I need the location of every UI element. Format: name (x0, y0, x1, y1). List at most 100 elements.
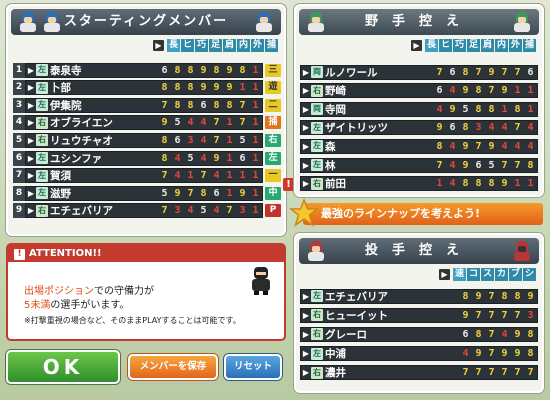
player-line[interactable]: ▶ 右濃井 7 7 7 7 7 7 (300, 365, 538, 381)
player-line[interactable]: ▶ 左エチェバリア 8 9 7 8 8 9 (300, 288, 538, 304)
player-line[interactable]: ▶ 左卜部 8 8 8 9 9 9 1 1 (25, 80, 263, 96)
handedness-badge: 右 (311, 366, 323, 379)
stat-value: 8 (462, 290, 469, 302)
column-header[interactable]: ヒ (439, 38, 452, 52)
reset-button[interactable]: リセット (224, 354, 282, 380)
stat-value: 7 (161, 170, 168, 182)
row-arrow-icon: ▶ (27, 118, 35, 128)
stat-value: 9 (213, 152, 220, 164)
column-header[interactable]: 肩 (223, 38, 236, 52)
stat-value: 9 (226, 82, 233, 94)
player-row[interactable]: ▶ 両ルノワール 7 6 8 7 9 7 7 6 (300, 64, 538, 80)
player-row[interactable]: 2 ▶ 左卜部 8 8 8 9 9 9 1 1 遊 (13, 80, 281, 96)
column-header[interactable]: 内 (237, 38, 250, 52)
player-line[interactable]: ▶ 右リュウチャオ 8 6 3 4 7 1 5 1 (25, 132, 263, 148)
stat-value: 6 (449, 66, 456, 78)
player-row[interactable]: ▶ 右前田 1 4 8 8 8 9 1 1 (300, 176, 538, 192)
player-row[interactable]: 8 ▶ 左滋野 5 9 7 8 6 1 9 1 中 (13, 185, 281, 201)
player-row[interactable]: ▶ 左森 8 4 9 7 9 4 4 4 (300, 138, 538, 154)
player-row[interactable]: ▶ 右ヒューイット 9 7 7 7 7 3 (300, 307, 538, 323)
player-line[interactable]: ▶ 左賀須 7 4 1 7 4 1 1 1 (25, 168, 263, 184)
column-header[interactable]: コ (467, 267, 480, 281)
column-header[interactable]: ス (481, 267, 494, 281)
sort-arrow-icon[interactable]: ▶ (439, 268, 450, 280)
sort-arrow-icon[interactable]: ▶ (153, 39, 164, 51)
position-badge[interactable]: 捕 (265, 116, 281, 130)
sort-arrow-icon[interactable]: ▶ (411, 39, 422, 51)
position-badge[interactable]: 三 (265, 63, 281, 77)
player-row[interactable]: 7 ▶ 左賀須 7 4 1 7 4 1 1 1 一 (13, 168, 281, 184)
stat-value: 4 (200, 117, 207, 129)
column-header[interactable]: 足 (209, 38, 222, 52)
player-line[interactable]: ▶ 左中浦 4 9 7 9 9 8 (300, 346, 538, 362)
stat-value: 1 (252, 205, 259, 217)
player-line[interactable]: ▶ 右野崎 6 4 9 8 7 9 1 1 (300, 83, 538, 99)
player-line[interactable]: ▶ 右前田 1 4 8 8 8 9 1 1 (300, 176, 538, 192)
player-line[interactable]: ▶ 左滋野 5 9 7 8 6 1 9 1 (25, 185, 263, 201)
player-row[interactable]: 3 ▶ 左伊集院 7 8 8 6 8 8 7 1 二 (13, 97, 281, 113)
stat-value: 8 (174, 82, 181, 94)
position-badge[interactable]: 一 (265, 169, 281, 183)
column-header[interactable]: 長 (425, 38, 438, 52)
column-header[interactable]: 内 (495, 38, 508, 52)
player-row[interactable]: ▶ 両寺岡 4 9 5 8 8 1 8 1 (300, 101, 538, 117)
player-row[interactable]: ▶ 左ザイトリッツ 9 6 8 3 4 4 7 4 (300, 120, 538, 136)
player-row[interactable]: ▶ 左エチェバリア 8 9 7 8 8 9 (300, 288, 538, 304)
player-line[interactable]: ▶ 左ザイトリッツ 9 6 8 3 4 4 7 4 (300, 120, 538, 136)
save-members-button[interactable]: メンバーを保存 (128, 354, 218, 380)
column-header[interactable]: 巧 (453, 38, 466, 52)
column-header[interactable]: 外 (509, 38, 522, 52)
ok-button[interactable]: OK (6, 350, 120, 384)
player-row[interactable]: ▶ 右野崎 6 4 9 8 7 9 1 1 (300, 83, 538, 99)
player-line[interactable]: ▶ 右グレーロ 6 8 7 4 9 8 (300, 326, 538, 342)
column-header[interactable]: ヒ (181, 38, 194, 52)
player-row[interactable]: ▶ 右濃井 7 7 7 7 7 7 (300, 365, 538, 381)
column-header[interactable]: 速 (453, 267, 466, 281)
player-stats: 977773 (459, 310, 537, 321)
position-badge[interactable]: 右 (265, 133, 281, 147)
player-row[interactable]: 5 ▶ 右リュウチャオ 8 6 3 4 7 1 5 1 右 (13, 132, 281, 148)
position-badge[interactable]: 遊 (265, 81, 281, 95)
position-badge[interactable]: 二 (265, 98, 281, 112)
column-header[interactable]: ブ (509, 267, 522, 281)
player-line[interactable]: ▶ 右オブライエン 9 5 4 4 7 1 7 1 (25, 115, 263, 131)
column-header[interactable]: 捕 (523, 38, 536, 52)
column-header[interactable]: 外 (251, 38, 264, 52)
player-line[interactable]: ▶ 両寺岡 4 9 5 8 8 1 8 1 (300, 101, 538, 117)
player-line[interactable]: ▶ 左伊集院 7 8 8 6 8 8 7 1 (25, 97, 263, 113)
column-header[interactable]: シ (523, 267, 536, 281)
stat-value: 7 (501, 309, 508, 321)
player-row[interactable]: 6 ▶ 左ユシンファ 8 4 5 4 9 1 6 1 左 (13, 150, 281, 166)
stat-value: 5 (462, 103, 469, 115)
player-line[interactable]: ▶ 左森 8 4 9 7 9 4 4 4 (300, 138, 538, 154)
stat-value: 9 (462, 140, 469, 152)
player-row[interactable]: ▶ 左林 7 4 9 6 5 7 7 8 (300, 157, 538, 173)
stat-value: 4 (527, 140, 534, 152)
player-row[interactable]: 4 ▶ 右オブライエン 9 5 4 4 7 1 7 1 捕 (13, 115, 281, 131)
column-header[interactable]: カ (495, 267, 508, 281)
position-badge[interactable]: P (265, 204, 281, 218)
player-line[interactable]: ▶ 左泰泉寺 6 8 8 9 8 9 8 1 (25, 62, 263, 78)
position-badge[interactable]: 左 (265, 151, 281, 165)
player-line[interactable]: ▶ 左林 7 4 9 6 5 7 7 8 (300, 157, 538, 173)
player-line[interactable]: ▶ 右ヒューイット 9 7 7 7 7 3 (300, 307, 538, 323)
player-line[interactable]: ▶ 右エチェバリア 7 3 4 5 4 7 3 1 (25, 203, 263, 219)
column-header[interactable]: 巧 (195, 38, 208, 52)
player-row[interactable]: ▶ 右グレーロ 6 8 7 4 9 8 (300, 326, 538, 342)
player-line[interactable]: ▶ 両ルノワール 7 6 8 7 9 7 7 6 (300, 64, 538, 80)
position-badge[interactable]: 中 (265, 186, 281, 200)
player-line[interactable]: ▶ 左ユシンファ 8 4 5 4 9 1 6 1 (25, 150, 263, 166)
stat-value: 7 (213, 134, 220, 146)
stat-value: 1 (252, 99, 259, 111)
player-row[interactable]: 1 ▶ 左泰泉寺 6 8 8 9 8 9 8 1 三 (13, 62, 281, 78)
column-header[interactable]: 捕 (265, 38, 278, 52)
column-header[interactable]: 長 (167, 38, 180, 52)
player-row[interactable]: 9 ▶ 右エチェバリア 7 3 4 5 4 7 3 1 P (13, 203, 281, 219)
stat-value: 5 (239, 134, 246, 146)
column-header[interactable]: 足 (467, 38, 480, 52)
batting-order-number: 2 (13, 80, 25, 96)
column-header[interactable]: 肩 (481, 38, 494, 52)
player-row[interactable]: ▶ 左中浦 4 9 7 9 9 8 (300, 346, 538, 362)
stat-value: 7 (527, 367, 534, 379)
stat-value: 7 (514, 367, 521, 379)
